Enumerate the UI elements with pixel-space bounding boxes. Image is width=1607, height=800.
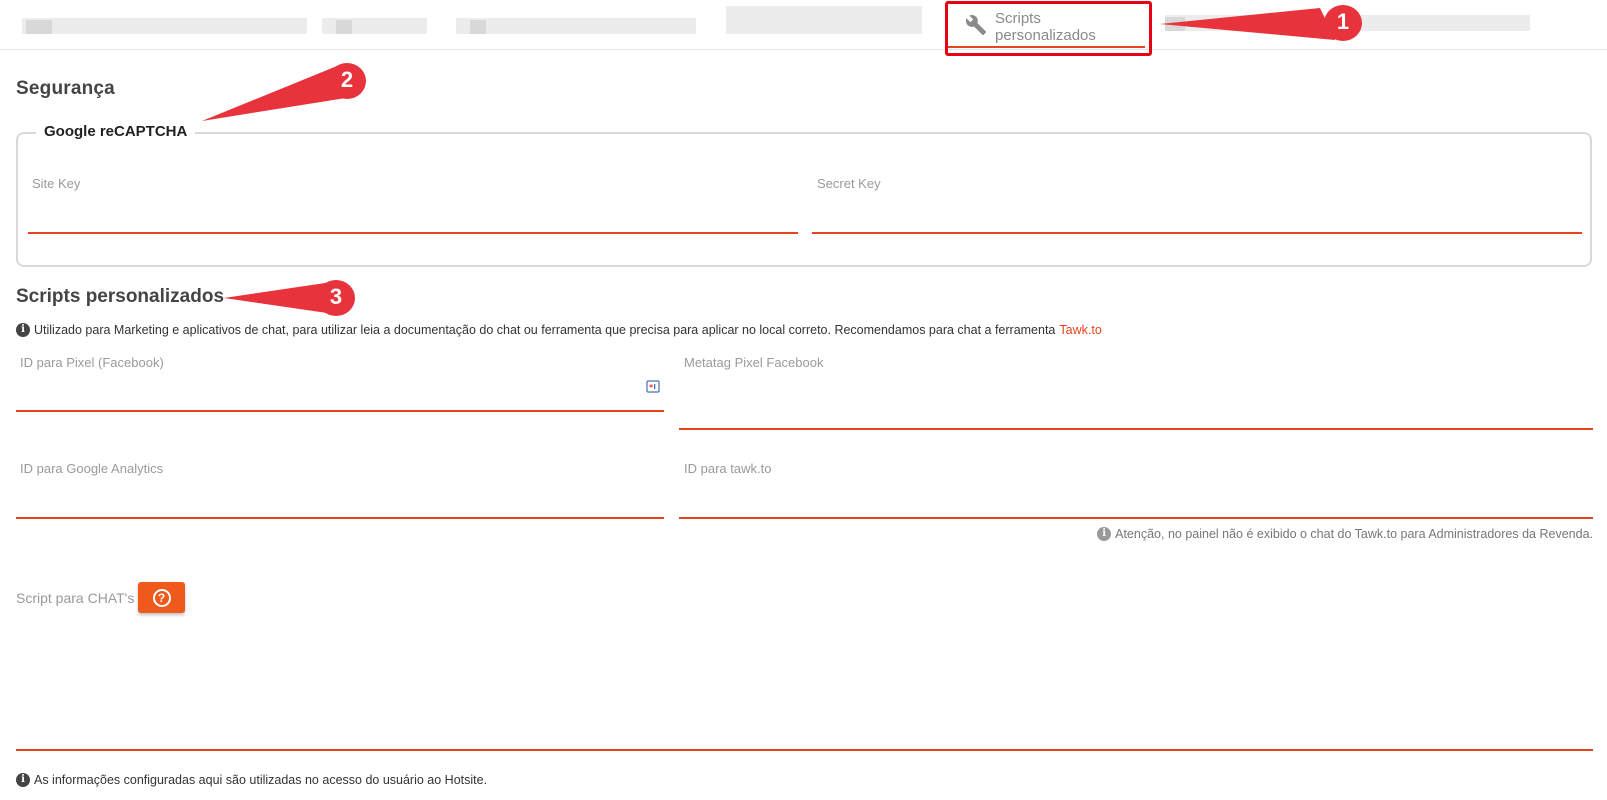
settings-page: Scripts personalizados Segurança Google … <box>0 0 1607 800</box>
annotation-number-2: 2 <box>340 67 354 92</box>
annotation-layer <box>202 5 1362 316</box>
annotation-number-3: 3 <box>329 284 343 309</box>
annotation-number-1: 1 <box>1336 9 1350 34</box>
annotation-arrow-1 <box>1160 8 1335 40</box>
